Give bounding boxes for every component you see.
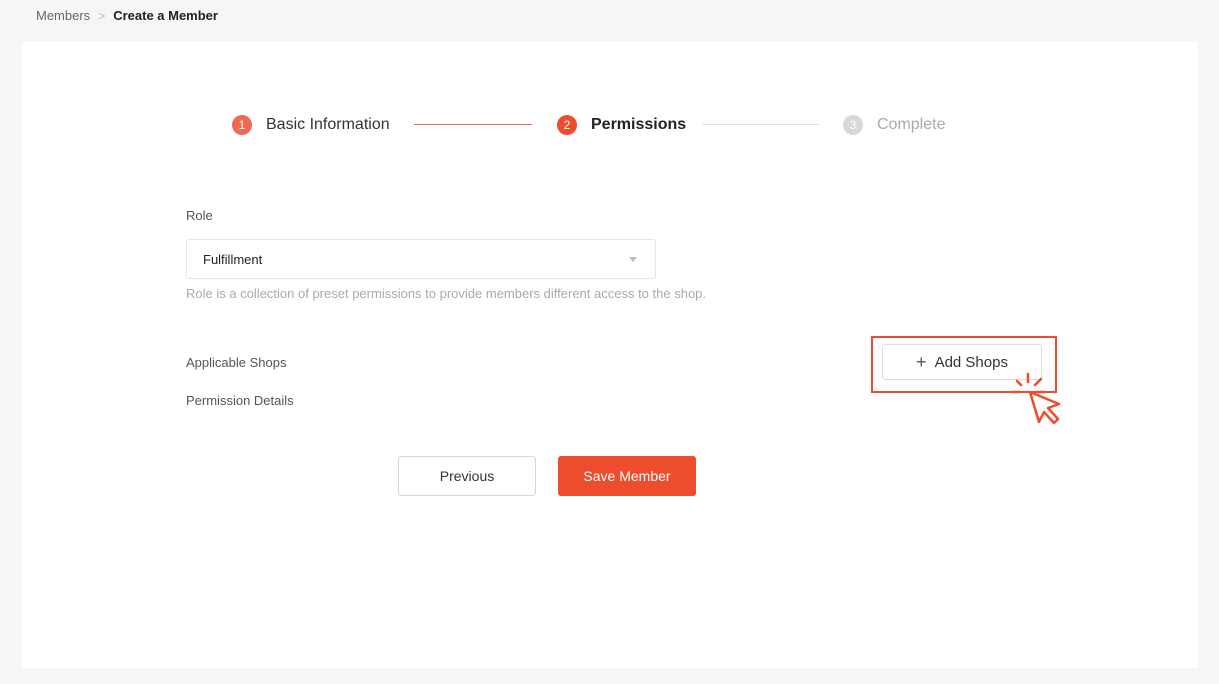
step-label-complete: Complete	[877, 116, 946, 133]
role-label: Role	[186, 208, 213, 223]
save-member-button-label: Save Member	[583, 468, 671, 484]
step-permissions: 2 Permissions	[557, 115, 686, 135]
role-hint: Role is a collection of preset permissio…	[186, 286, 707, 301]
step-connector-2	[702, 124, 820, 125]
applicable-shops-label: Applicable Shops	[186, 355, 287, 370]
step-label-basic-information: Basic Information	[266, 116, 390, 133]
previous-button-label: Previous	[439, 468, 495, 484]
step-number-2: 2	[557, 115, 577, 135]
permission-details-label: Permission Details	[186, 393, 294, 408]
add-shops-label: Add Shops	[934, 353, 1008, 371]
step-number-3: 3	[843, 115, 863, 135]
breadcrumb-members-link[interactable]: Members	[36, 8, 90, 23]
plus-icon: +	[916, 352, 927, 372]
step-number-1: 1	[232, 115, 252, 135]
breadcrumb-current: Create a Member	[113, 8, 218, 23]
breadcrumb-separator-icon: >	[98, 8, 106, 23]
click-cursor-icon	[1011, 372, 1061, 425]
role-select-value: Fulfillment	[203, 251, 263, 267]
previous-button[interactable]: Previous	[398, 456, 536, 496]
breadcrumb: Members > Create a Member	[36, 8, 218, 23]
step-label-permissions: Permissions	[591, 116, 687, 133]
step-complete: 3 Complete	[843, 115, 945, 135]
create-member-card: 1 Basic Information 2 Permissions 3 Comp…	[22, 42, 1198, 668]
save-member-button[interactable]: Save Member	[558, 456, 696, 496]
role-select[interactable]: Fulfillment	[186, 239, 656, 279]
step-connector-1	[414, 124, 532, 125]
step-basic-information: 1 Basic Information	[232, 115, 390, 135]
caret-down-icon	[629, 257, 637, 262]
